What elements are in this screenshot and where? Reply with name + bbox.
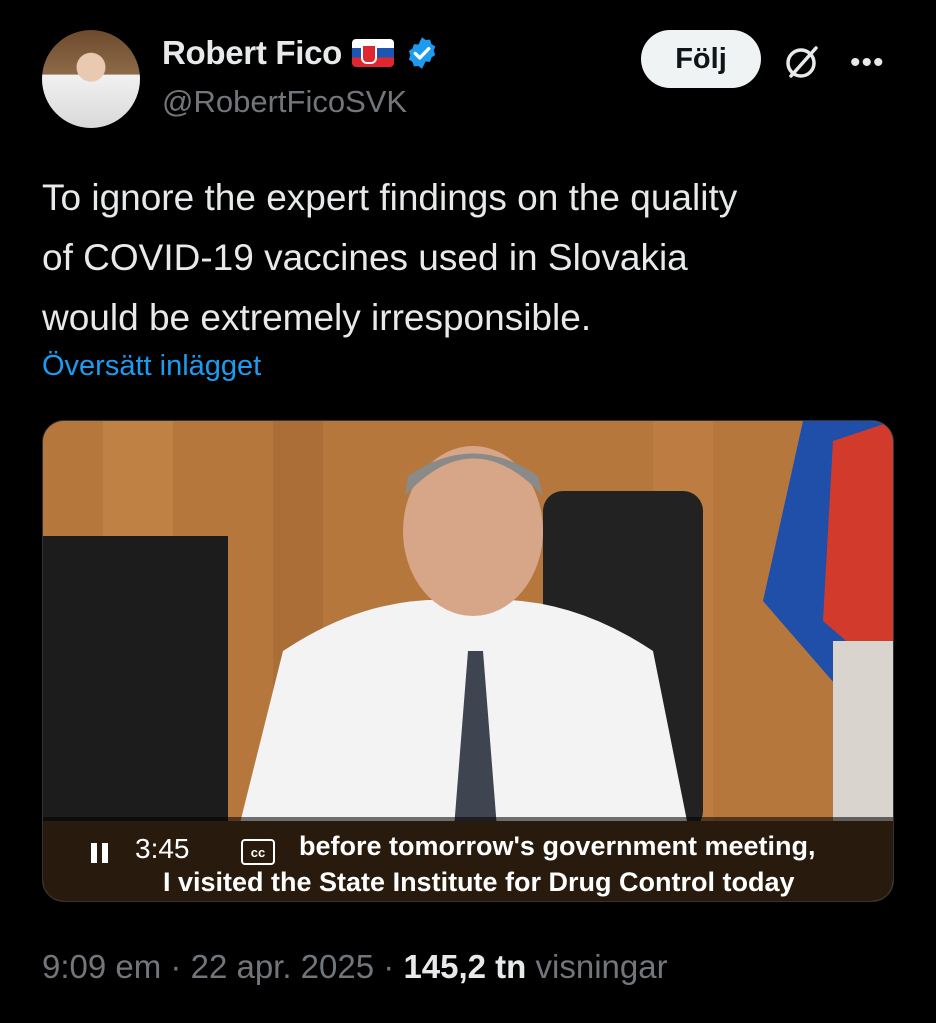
tweet-line: would be extremely irresponsible. [42,297,592,338]
slovakia-flag-icon [352,39,395,67]
more-options-icon[interactable]: ••• [850,46,885,80]
video-time: 3:45 [135,833,190,864]
translate-post-link[interactable]: Översätt inlägget [42,350,261,383]
author-avatar[interactable] [42,30,140,128]
subtitle-line: I visited the State Institute for Drug C… [163,867,795,897]
views-count: 145,2 tn [403,948,527,985]
separator-dot: · [383,948,404,985]
post-date[interactable]: 22 apr. 2025 [191,948,375,985]
post-time[interactable]: 9:09 em [42,948,161,985]
author-name[interactable]: Robert Fico [162,34,342,72]
follow-button[interactable]: Följ [641,30,761,88]
tweet-text: To ignore the expert findings on the qua… [42,168,902,348]
views-label: visningar [535,948,668,985]
author-name-row: Robert Fico [162,34,440,72]
subtitle-line: before tomorrow's government meeting, [299,831,816,861]
closed-captions-icon[interactable]: cc [241,839,275,865]
separator-dot: · [170,948,191,985]
video-player[interactable]: 3:45 cc before tomorrow's government mee… [42,420,894,902]
tweet-line: of COVID-19 vaccines used in Slovakia [42,237,688,278]
post-metadata: 9:09 em · 22 apr. 2025 · 145,2 tn visnin… [42,948,668,986]
author-handle[interactable]: @RobertFicoSVK [162,84,407,120]
grok-icon[interactable] [782,42,822,82]
tweet-line: To ignore the expert findings on the qua… [42,177,738,218]
pause-icon[interactable] [89,842,111,864]
verified-badge-icon [408,37,436,69]
